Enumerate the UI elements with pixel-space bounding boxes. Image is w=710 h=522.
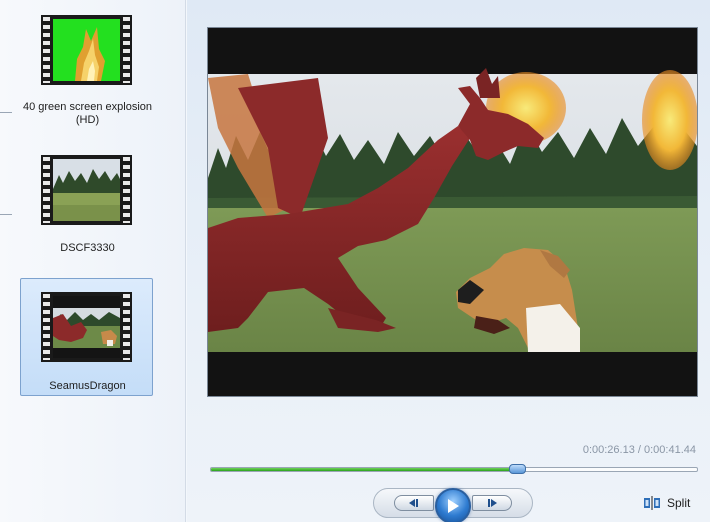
clip-item-green-screen-explosion[interactable]: 40 green screen explosion (HD) — [20, 1, 153, 126]
clip-thumbnail — [41, 155, 132, 225]
dragon-thumbnail-image — [53, 296, 120, 358]
playback-controls — [373, 488, 533, 522]
seek-thumb[interactable] — [508, 464, 526, 474]
play-button[interactable] — [435, 488, 471, 522]
clip-item-dscf3330[interactable]: DSCF3330 — [20, 141, 153, 259]
split-label: Split — [667, 496, 691, 510]
clip-label: 40 green screen explosion (HD) — [22, 101, 153, 126]
green-screen-thumbnail-image — [53, 19, 120, 81]
field-thumbnail-image — [53, 159, 120, 221]
video-frame-image — [208, 28, 697, 396]
previous-frame-button[interactable] — [394, 495, 434, 511]
clip-thumbnail — [41, 292, 132, 362]
video-preview[interactable] — [207, 27, 698, 397]
next-frame-button[interactable] — [472, 495, 512, 511]
clip-item-seamusdragon[interactable]: SeamusDragon — [20, 278, 153, 396]
split-icon — [644, 496, 660, 510]
play-icon — [448, 499, 459, 513]
clip-thumbnail — [41, 15, 132, 85]
preview-panel: 0:00:26.13 / 0:00:41.44 Split — [187, 0, 710, 522]
timeline-tick — [0, 214, 12, 215]
time-readout: 0:00:26.13 / 0:00:41.44 — [582, 444, 696, 456]
clip-label: DSCF3330 — [60, 242, 115, 254]
storyboard-panel: 40 green screen explosion (HD) DSCF3330 — [0, 0, 186, 522]
clip-label: SeamusDragon — [49, 380, 126, 392]
next-frame-icon — [488, 499, 497, 507]
seek-progress — [211, 468, 518, 471]
previous-frame-icon — [409, 499, 418, 507]
seek-bar[interactable] — [210, 467, 698, 472]
split-button[interactable]: Split — [643, 495, 690, 511]
timeline-tick — [0, 112, 12, 113]
